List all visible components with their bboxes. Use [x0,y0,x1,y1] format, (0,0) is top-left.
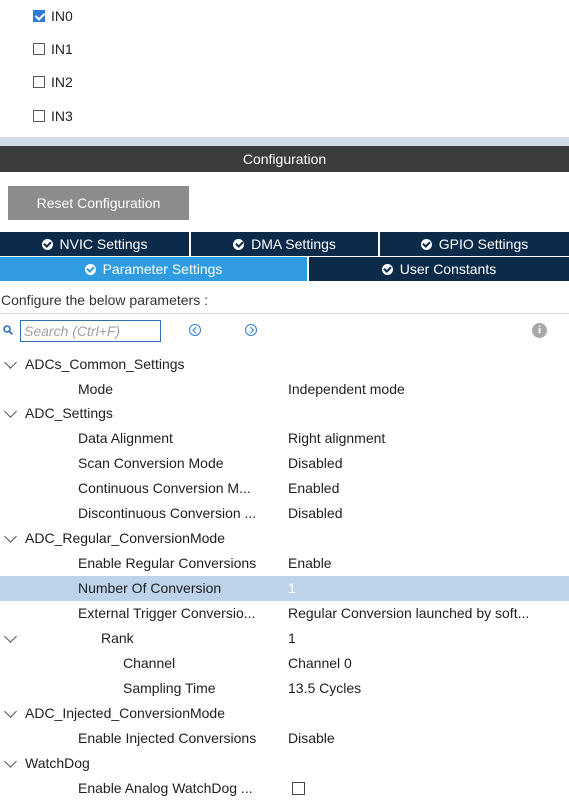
checkbox-icon[interactable] [33,76,45,88]
next-result-icon[interactable] [245,324,257,336]
param-label: Number Of Conversion [78,580,222,596]
param-value[interactable]: Disabled [288,451,342,476]
check-circle-icon [233,238,245,250]
param-row[interactable]: Scan Conversion Mode Disabled [0,451,569,476]
param-value[interactable]: 1 [288,576,296,601]
param-label: Scan Conversion Mode [78,455,224,471]
param-value[interactable]: 1 [288,626,296,651]
param-row[interactable]: Enable Analog WatchDog ... [0,776,569,801]
channel-in2[interactable]: IN2 [33,72,73,92]
param-row[interactable]: Data Alignment Right alignment [0,426,569,451]
tree-group-adc-injected[interactable]: ADC_Injected_ConversionMode [0,701,569,726]
tree-group-adc-settings[interactable]: ADC_Settings [0,401,569,426]
tree-group-watchdog[interactable]: WatchDog [0,751,569,776]
reset-configuration-button[interactable]: Reset Configuration [8,186,189,220]
group-label: ADC_Regular_ConversionMode [25,530,225,546]
section-divider [0,137,569,146]
search-input[interactable] [20,320,161,342]
param-label: External Trigger Conversio... [78,605,256,621]
checkbox-icon[interactable] [33,110,45,122]
param-value[interactable]: Independent mode [288,377,405,402]
param-row[interactable]: Enable Regular Conversions Enable [0,551,569,576]
channel-in3[interactable]: IN3 [33,106,73,126]
parameters-description: Configure the below parameters : [1,292,208,308]
chevron-down-icon[interactable] [4,356,17,369]
group-label: WatchDog [25,755,90,771]
param-label: Discontinuous Conversion ... [78,505,257,521]
search-icon [3,325,13,335]
param-value[interactable]: Enable [288,551,332,576]
group-label: ADCs_Common_Settings [25,356,185,372]
param-label: Continuous Conversion M... [78,480,251,496]
param-row[interactable]: Mode Independent mode [0,377,569,402]
tab-label: NVIC Settings [59,236,148,252]
divider [0,313,569,314]
param-label: Mode [78,381,114,397]
check-circle-icon [41,238,53,250]
tab-label: Parameter Settings [102,261,223,277]
chevron-down-icon[interactable] [4,755,17,768]
param-value[interactable]: Disable [288,726,335,751]
tab-gpio-settings[interactable]: GPIO Settings [378,232,569,256]
param-row[interactable]: Channel Channel 0 [0,651,569,676]
previous-result-icon[interactable] [189,324,201,336]
channel-in0[interactable]: IN0 [33,6,73,26]
param-label: Channel [123,655,176,671]
param-value[interactable]: Disabled [288,501,342,526]
tab-dma-settings[interactable]: DMA Settings [189,232,378,256]
param-row[interactable]: Sampling Time 13.5 Cycles [0,676,569,701]
param-value[interactable]: Right alignment [288,426,385,451]
param-value[interactable]: Regular Conversion launched by soft... [288,601,529,626]
param-row[interactable]: Enable Injected Conversions Disable [0,726,569,751]
channel-label: IN3 [51,108,73,124]
param-value[interactable]: 13.5 Cycles [288,676,361,701]
tab-label: DMA Settings [251,236,336,252]
chevron-down-icon[interactable] [4,705,17,718]
param-label: Enable Analog WatchDog ... [78,780,253,796]
check-circle-icon [420,238,432,250]
param-label: Data Alignment [78,430,173,446]
chevron-down-icon[interactable] [4,405,17,418]
group-label: ADC_Settings [25,405,113,421]
chevron-down-icon[interactable] [4,530,17,543]
param-value[interactable]: Enabled [288,476,339,501]
checkbox-checked-icon[interactable] [33,10,45,22]
param-row[interactable]: External Trigger Conversio... Regular Co… [0,601,569,626]
channel-label: IN0 [51,8,73,24]
tab-parameter-settings[interactable]: Parameter Settings [0,257,307,281]
check-circle-icon [381,263,393,275]
channel-in1[interactable]: IN1 [33,39,73,59]
channel-label: IN2 [51,74,73,90]
group-label: Rank [101,630,134,646]
tree-subgroup-rank[interactable]: Rank 1 [0,626,569,651]
tree-group-adcs-common[interactable]: ADCs_Common_Settings [0,352,569,377]
info-icon[interactable]: i [532,323,547,338]
param-value[interactable]: Channel 0 [288,651,352,676]
configuration-header: Configuration [0,146,569,172]
checkbox-icon[interactable] [292,782,305,795]
tab-label: GPIO Settings [438,236,529,252]
param-label: Enable Injected Conversions [78,730,257,746]
tab-nvic-settings[interactable]: NVIC Settings [0,232,189,256]
param-row[interactable]: Continuous Conversion M... Enabled [0,476,569,501]
param-label: Enable Regular Conversions [78,555,257,571]
tab-user-constants[interactable]: User Constants [307,257,569,281]
param-row[interactable]: Discontinuous Conversion ... Disabled [0,501,569,526]
checkbox-icon[interactable] [33,43,45,55]
check-circle-icon [84,263,96,275]
param-label: Sampling Time [123,680,216,696]
tab-label: User Constants [399,261,497,277]
chevron-down-icon[interactable] [4,630,17,643]
tree-group-adc-regular[interactable]: ADC_Regular_ConversionMode [0,526,569,551]
group-label: ADC_Injected_ConversionMode [25,705,225,721]
channel-label: IN1 [51,41,73,57]
param-row-selected[interactable]: Number Of Conversion 1 [0,576,569,601]
